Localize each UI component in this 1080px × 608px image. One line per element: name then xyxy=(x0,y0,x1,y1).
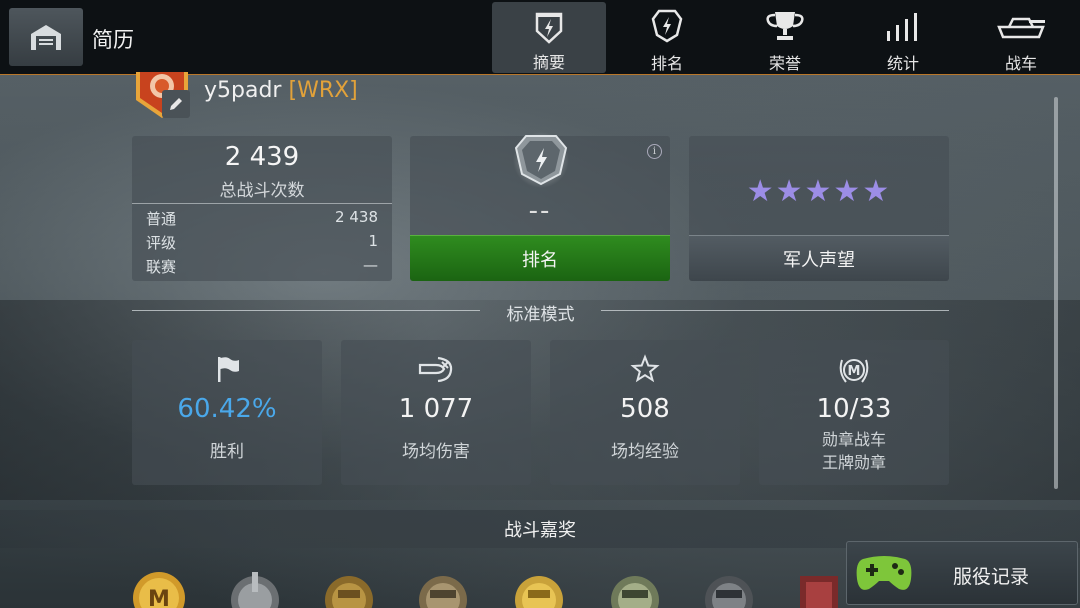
battles-row-value: — xyxy=(363,256,378,274)
tab-vehicles-label: 战车 xyxy=(1004,54,1037,73)
tab-summary[interactable]: 摘要 xyxy=(492,2,606,73)
hangar-home-button[interactable] xyxy=(9,8,83,66)
avg-experience-value: 508 xyxy=(620,394,670,424)
clan-tag[interactable]: [WRX] xyxy=(288,78,357,103)
shell-damage-icon xyxy=(341,354,531,384)
bar-stats-icon xyxy=(884,8,922,44)
mode-section-header: 标准模式 xyxy=(132,298,949,325)
mastery-label-line1: 勋章战车 xyxy=(821,430,886,449)
vertical-scrollbar[interactable] xyxy=(1054,97,1058,489)
avg-damage-value: 1 077 xyxy=(398,394,474,424)
award-medal-icon[interactable] xyxy=(320,568,378,608)
star-outline-icon xyxy=(550,354,740,384)
battles-row-label: 联赛 xyxy=(146,258,177,276)
rank-shield-icon xyxy=(512,122,570,192)
divider xyxy=(132,203,392,204)
avg-experience-label: 场均经验 xyxy=(611,442,679,462)
page-title: 简历 xyxy=(92,28,134,52)
tab-statistics-label: 统计 xyxy=(886,54,919,73)
reputation-panel: ★★★★★ 军人声望 xyxy=(689,136,949,281)
battles-row-value: 1 xyxy=(368,232,378,250)
win-rate-value: 60.42% xyxy=(177,394,277,424)
rating-panel: i -- 排名 xyxy=(410,132,670,281)
battles-row-label: 普通 xyxy=(146,210,177,228)
mastery-label: 勋章战车 王牌勋章 xyxy=(759,428,949,474)
mastery-badge-icon: M xyxy=(759,354,949,386)
mastery-value: 10/33 xyxy=(816,394,892,424)
reputation-stars: ★★★★★ xyxy=(746,174,892,209)
battles-row-value: 2 438 xyxy=(335,208,378,226)
tab-honors[interactable]: 荣誉 xyxy=(728,0,842,74)
avg-damage-label: 场均伤害 xyxy=(402,442,470,462)
battles-row-regular: 普通 2 438 xyxy=(146,208,378,229)
player-name: y5padr [WRX] xyxy=(204,78,358,103)
battles-row-rated: 评级 1 xyxy=(146,232,378,253)
flag-icon xyxy=(132,354,322,384)
award-medal-icon[interactable] xyxy=(510,568,568,608)
service-record-button[interactable]: 服役记录 xyxy=(846,541,1078,605)
total-battles-label: 总战斗次数 xyxy=(219,181,305,201)
tab-rating[interactable]: 排名 xyxy=(610,0,724,74)
rating-shield-icon xyxy=(651,8,683,44)
rating-button[interactable]: 排名 xyxy=(410,235,670,281)
tab-honors-label: 荣誉 xyxy=(768,54,801,73)
tab-summary-label: 摘要 xyxy=(532,53,565,72)
mode-label: 标准模式 xyxy=(506,305,575,325)
award-mastery-medal-icon[interactable]: M xyxy=(130,568,188,608)
tab-statistics[interactable]: 统计 xyxy=(846,0,960,74)
stat-card-win-rate: 60.42% 胜利 xyxy=(132,340,322,485)
win-rate-label: 胜利 xyxy=(210,442,244,462)
award-medal-icon[interactable] xyxy=(226,568,284,608)
svg-text:M: M xyxy=(848,364,861,379)
award-medal-icon[interactable] xyxy=(414,568,472,608)
tab-rating-label: 排名 xyxy=(650,54,683,73)
military-reputation-button[interactable]: 军人声望 xyxy=(689,235,949,281)
rank-value: -- xyxy=(528,196,552,226)
service-record-label: 服役记录 xyxy=(953,566,1030,588)
battles-row-league: 联赛 — xyxy=(146,256,378,277)
award-medal-icon[interactable] xyxy=(700,568,758,608)
top-navigation-bar: 简历 摘要 排名 荣誉 统计 战车 xyxy=(0,0,1080,75)
mastery-label-line2: 王牌勋章 xyxy=(821,453,886,472)
total-battles-panel: 2 439 总战斗次数 普通 2 438 评级 1 联赛 — xyxy=(132,136,392,281)
award-medal-icon[interactable] xyxy=(790,568,848,608)
info-icon[interactable]: i xyxy=(647,144,662,159)
gamepad-icon xyxy=(855,553,913,595)
trophy-icon xyxy=(763,8,807,44)
stat-card-avg-experience: 508 场均经验 xyxy=(550,340,740,485)
summary-shield-icon xyxy=(532,10,566,45)
tank-icon xyxy=(995,8,1047,44)
player-avatar[interactable] xyxy=(134,72,192,122)
svg-text:M: M xyxy=(148,587,170,608)
battles-row-label: 评级 xyxy=(146,234,177,252)
total-battles-value: 2 439 xyxy=(224,142,300,172)
garage-home-icon xyxy=(31,25,61,50)
player-nickname: y5padr xyxy=(204,78,282,103)
tab-vehicles[interactable]: 战车 xyxy=(964,0,1078,74)
award-medal-icon[interactable] xyxy=(606,568,664,608)
edit-pencil-icon[interactable] xyxy=(162,90,190,118)
stat-card-mastery: M 10/33 勋章战车 王牌勋章 xyxy=(759,340,949,485)
stat-card-avg-damage: 1 077 场均伤害 xyxy=(341,340,531,485)
battle-awards-title: 战斗嘉奖 xyxy=(504,520,576,541)
